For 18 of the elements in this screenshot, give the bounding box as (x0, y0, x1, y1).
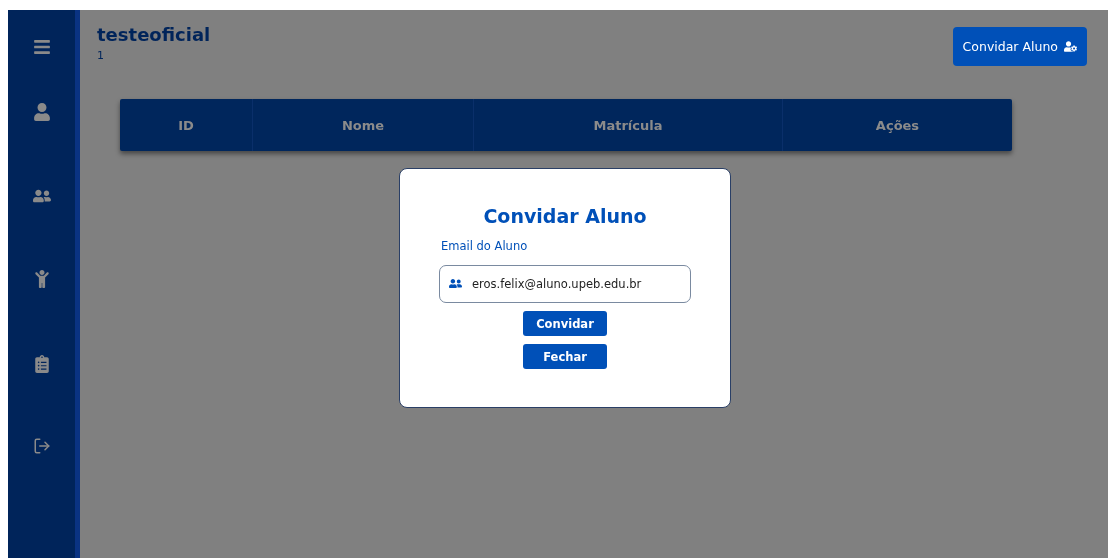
logout-icon (32, 437, 51, 455)
column-header: Ações (874, 116, 921, 135)
page-subtitle: 1 (97, 49, 105, 62)
column-header: Nome (253, 99, 474, 151)
page-title: testeoficial (97, 24, 211, 45)
user-gear-icon (1064, 40, 1077, 53)
dialog-title: Convidar Aluno (483, 205, 647, 227)
email-field[interactable]: eros.felix@aluno.upeb.edu.br (439, 265, 691, 303)
people-icon (32, 187, 51, 205)
invite-button[interactable]: Convidar (523, 311, 607, 336)
email-label: Email do Aluno (441, 239, 528, 253)
column-header: ID (120, 99, 253, 151)
column-header: Matrícula (474, 99, 783, 151)
menu-icon (32, 38, 51, 56)
invite-student-button[interactable]: Convidar Aluno (952, 27, 1087, 66)
close-button[interactable]: Fechar (523, 344, 607, 369)
person-icon (32, 103, 51, 121)
people-icon (449, 277, 462, 290)
